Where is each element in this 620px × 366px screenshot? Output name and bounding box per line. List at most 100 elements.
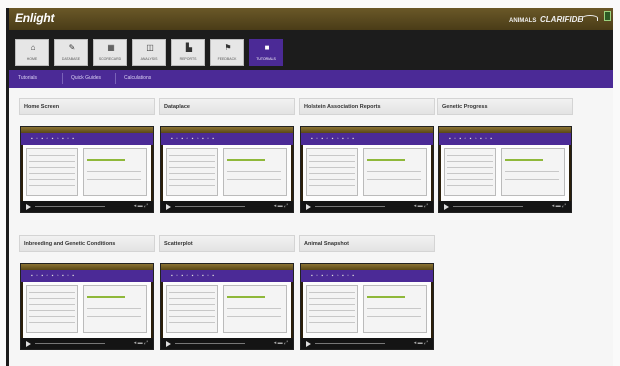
screen-row: [169, 322, 215, 323]
video-player[interactable]: ▪ ▫ ▪ ▫ ▪ ▫ ▪ ▫ ▪ ◂ ▬ ⤢: [20, 263, 154, 350]
reports-button[interactable]: ▙ REPORTS: [171, 39, 205, 66]
player-menu-icons: ▪ ▫ ▪ ▫ ▪ ▫ ▪ ▫ ▪: [311, 273, 356, 279]
screen-row: [309, 304, 355, 305]
screen-row: [29, 322, 75, 323]
play-icon[interactable]: [166, 204, 171, 210]
seek-bar[interactable]: [35, 343, 105, 344]
video-icon: ■: [264, 43, 270, 52]
player-menu-icons: ▪ ▫ ▪ ▫ ▪ ▫ ▪ ▫ ▪: [31, 136, 76, 142]
player-controls: ◂ ▬ ⤢: [21, 338, 153, 349]
screen-row: [169, 173, 215, 174]
video-player[interactable]: ▪ ▫ ▪ ▫ ▪ ▫ ▪ ▫ ▪ ◂ ▬ ⤢: [438, 126, 572, 213]
player-menu-icons: ▪ ▫ ▪ ▫ ▪ ▫ ▪ ▫ ▪: [449, 136, 494, 142]
fullscreen-icon[interactable]: ◂ ▬ ⤢: [134, 203, 148, 209]
screen-row: [367, 316, 421, 317]
card-title: Animal Snapshot: [299, 235, 435, 252]
fullscreen-icon[interactable]: ◂ ▬ ⤢: [274, 340, 288, 346]
play-icon[interactable]: [444, 204, 449, 210]
feedback-button[interactable]: ⚑ FEEDBACK: [210, 39, 244, 66]
screen-panel: [363, 285, 427, 333]
player-menu-icons: ▪ ▫ ▪ ▫ ▪ ▫ ▪ ▫ ▪: [311, 136, 356, 142]
subnav-calculations[interactable]: Calculations: [124, 75, 151, 81]
video-player[interactable]: ▪ ▫ ▪ ▫ ▪ ▫ ▪ ▫ ▪ ◂ ▬ ⤢: [160, 263, 294, 350]
database-button[interactable]: ✎ DATABASE: [54, 39, 88, 66]
card-title-text: Inbreeding and Genetic Conditions: [24, 241, 116, 247]
screen-row: [169, 292, 215, 293]
seek-bar[interactable]: [175, 343, 245, 344]
app-header: Enlight ANIMALS CLARIFIDE: [9, 8, 613, 30]
card-title: Genetic Progress: [437, 98, 573, 115]
window-corner-icon[interactable]: [604, 11, 611, 21]
brand-logo: ANIMALS CLARIFIDE: [509, 15, 599, 24]
screen-row: [309, 179, 355, 180]
fullscreen-icon[interactable]: ◂ ▬ ⤢: [134, 340, 148, 346]
flag-icon: ⚑: [224, 43, 232, 52]
play-icon[interactable]: [306, 204, 311, 210]
screen-row: [169, 179, 215, 180]
home-label: HOME: [26, 57, 38, 61]
tutorials-button[interactable]: ■ TUTORIALS: [249, 39, 283, 66]
fullscreen-icon[interactable]: ◂ ▬ ⤢: [414, 203, 428, 209]
seek-bar[interactable]: [315, 206, 385, 207]
player-menu-icons: ▪ ▫ ▪ ▫ ▪ ▫ ▪ ▫ ▪: [171, 273, 216, 279]
analysis-button[interactable]: ◫ ANALYSIS: [132, 39, 166, 66]
card-title-text: Holstein Association Reports: [304, 104, 381, 110]
player-screen: [163, 145, 291, 201]
card-title: Home Screen: [19, 98, 155, 115]
seek-bar[interactable]: [175, 206, 245, 207]
screen-progress-bar: [87, 159, 125, 161]
video-player[interactable]: ▪ ▫ ▪ ▫ ▪ ▫ ▪ ▫ ▪ ◂ ▬ ⤢: [160, 126, 294, 213]
card-title-text: Animal Snapshot: [304, 241, 349, 247]
screen-row: [169, 161, 215, 162]
screen-row: [309, 298, 355, 299]
home-icon: ⌂: [30, 43, 36, 52]
play-icon[interactable]: [306, 341, 311, 347]
screen-row: [169, 155, 215, 156]
brand-small-text: ANIMALS: [509, 18, 537, 24]
video-player[interactable]: ▪ ▫ ▪ ▫ ▪ ▫ ▪ ▫ ▪ ◂ ▬ ⤢: [20, 126, 154, 213]
home-button[interactable]: ⌂ HOME: [15, 39, 49, 66]
play-icon[interactable]: [26, 204, 31, 210]
screen-row: [367, 179, 421, 180]
player-screen: [23, 282, 151, 338]
subnav-tutorials[interactable]: Tutorials: [18, 75, 37, 81]
video-player[interactable]: ▪ ▫ ▪ ▫ ▪ ▫ ▪ ▫ ▪ ◂ ▬ ⤢: [300, 263, 434, 350]
player-menu-icons: ▪ ▫ ▪ ▫ ▪ ▫ ▪ ▫ ▪: [31, 273, 76, 279]
main-toolbar: ⌂ HOME ✎ DATABASE ▦ SCORECARD ◫ ANALYSIS…: [9, 30, 613, 70]
scorecard-button[interactable]: ▦ SCORECARD: [93, 39, 127, 66]
video-player[interactable]: ▪ ▫ ▪ ▫ ▪ ▫ ▪ ▫ ▪ ◂ ▬ ⤢: [300, 126, 434, 213]
player-controls: ◂ ▬ ⤢: [439, 201, 571, 212]
subnav-divider: [62, 73, 63, 84]
screen-progress-bar: [227, 296, 265, 298]
screen-row: [87, 179, 141, 180]
database-label: DATABASE: [61, 57, 81, 61]
tutorials-label: TUTORIALS: [256, 57, 276, 61]
screen-row: [447, 173, 493, 174]
app-logo[interactable]: Enlight: [15, 11, 54, 25]
screen-row: [309, 292, 355, 293]
seek-bar[interactable]: [315, 343, 385, 344]
screen-row: [309, 185, 355, 186]
subnav-quick-guides[interactable]: Quick Guides: [71, 75, 101, 81]
screen-row: [29, 155, 75, 156]
screen-row: [227, 171, 281, 172]
screen-row: [29, 316, 75, 317]
player-controls: ◂ ▬ ⤢: [161, 338, 293, 349]
feedback-label: FEEDBACK: [217, 57, 237, 61]
player-screen: [303, 145, 431, 201]
play-icon[interactable]: [26, 341, 31, 347]
screen-row: [447, 185, 493, 186]
fullscreen-icon[interactable]: ◂ ▬ ⤢: [414, 340, 428, 346]
card-title: Dataplace: [159, 98, 295, 115]
play-icon[interactable]: [166, 341, 171, 347]
seek-bar[interactable]: [453, 206, 523, 207]
screen-panel: [223, 285, 287, 333]
card-title: Inbreeding and Genetic Conditions: [19, 235, 155, 252]
fullscreen-icon[interactable]: ◂ ▬ ⤢: [274, 203, 288, 209]
player-screen: [163, 282, 291, 338]
fullscreen-icon[interactable]: ◂ ▬ ⤢: [552, 203, 566, 209]
screen-row: [227, 316, 281, 317]
player-controls: ◂ ▬ ⤢: [161, 201, 293, 212]
seek-bar[interactable]: [35, 206, 105, 207]
screen-row: [309, 167, 355, 168]
